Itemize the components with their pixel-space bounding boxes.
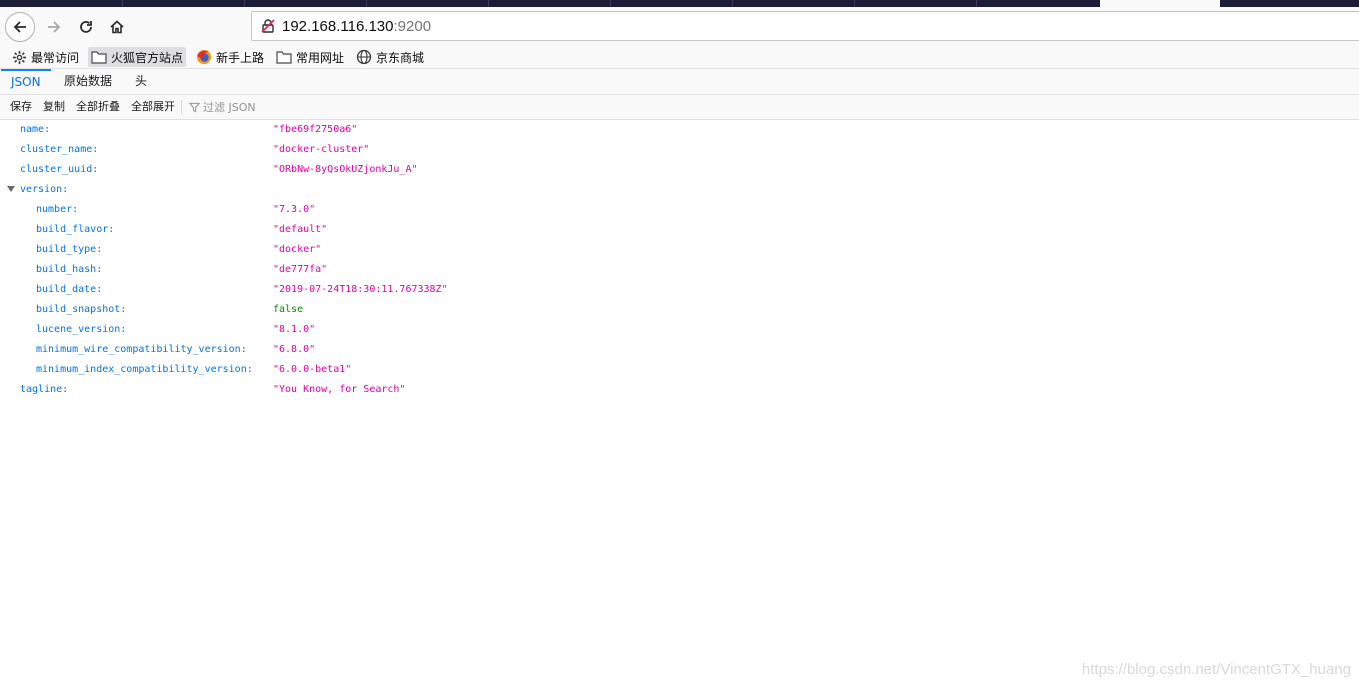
- json-key: build_type:: [36, 244, 103, 255]
- filter-box: [189, 95, 323, 119]
- bookmark-label: 最常访问: [31, 50, 80, 65]
- json-tree-row[interactable]: lucene_version: "8.1.0": [0, 320, 1359, 340]
- json-value: "docker": [273, 244, 322, 255]
- filter-json-input[interactable]: [203, 100, 323, 114]
- json-key: name:: [20, 124, 51, 135]
- home-icon: [110, 20, 124, 34]
- tab-separator: [122, 0, 123, 7]
- json-key: cluster_name:: [20, 144, 99, 155]
- bookmark-firefox-official[interactable]: 火狐官方站点: [88, 47, 187, 67]
- tab-raw-data[interactable]: 原始数据: [54, 69, 122, 94]
- bookmark-common-sites[interactable]: 常用网址: [273, 47, 347, 67]
- json-viewer-tabs: JSON 原始数据 头: [0, 69, 1359, 95]
- json-key: build_hash:: [36, 264, 103, 275]
- json-tree-row[interactable]: minimum_index_compatibility_version: "6.0…: [0, 360, 1359, 380]
- url-port: :9200: [393, 17, 432, 35]
- home-button[interactable]: [105, 13, 129, 41]
- navigation-toolbar: 192.168.116.130:9200: [0, 7, 1359, 45]
- json-value: "default": [273, 224, 328, 235]
- json-key: minimum_index_compatibility_version:: [36, 364, 253, 375]
- copy-button[interactable]: 复制: [43, 95, 65, 119]
- back-arrow-icon: [13, 21, 26, 33]
- forward-arrow-icon: [48, 21, 61, 33]
- json-value: "8.1.0": [273, 324, 316, 335]
- tab-separator: [732, 0, 733, 7]
- bookmark-getting-started[interactable]: 新手上路: [193, 47, 267, 67]
- json-tree-row[interactable]: build_snapshot: false: [0, 300, 1359, 320]
- tab-separator: [366, 0, 367, 7]
- json-key: number:: [36, 204, 79, 215]
- expand-all-button[interactable]: 全部展开: [131, 95, 175, 119]
- json-key: lucene_version:: [36, 324, 127, 335]
- tab-json[interactable]: JSON: [1, 69, 51, 96]
- json-tree-row[interactable]: build_flavor: "default": [0, 220, 1359, 240]
- filter-funnel-icon: [189, 102, 200, 113]
- bookmark-label: 常用网址: [296, 50, 345, 65]
- json-value: "2019-07-24T18:30:11.767338Z": [273, 284, 448, 295]
- json-tree-row[interactable]: build_hash: "de777fa": [0, 260, 1359, 280]
- json-key: build_snapshot:: [36, 304, 127, 315]
- insecure-connection-icon[interactable]: [260, 18, 276, 34]
- json-tree-row[interactable]: number: "7.3.0": [0, 200, 1359, 220]
- json-tree-row[interactable]: minimum_wire_compatibility_version: "6.8.…: [0, 340, 1359, 360]
- watermark: https://blog.csdn.net/VincentGTX_huang: [1081, 661, 1351, 678]
- gear-icon: [12, 50, 27, 64]
- json-value: "You Know, for Search": [273, 384, 406, 395]
- json-tree-row[interactable]: tagline: "You Know, for Search": [0, 380, 1359, 400]
- tab-separator: [488, 0, 489, 7]
- reload-button[interactable]: [74, 13, 98, 41]
- json-key: cluster_uuid:: [20, 164, 99, 175]
- bookmark-label: 新手上路: [216, 50, 265, 65]
- json-tree-row[interactable]: build_type: "docker": [0, 240, 1359, 260]
- collapse-all-button[interactable]: 全部折叠: [76, 95, 120, 119]
- json-value: "7.3.0": [273, 204, 316, 215]
- tab-separator: [976, 0, 977, 7]
- tab-separator: [610, 0, 611, 7]
- json-value: false: [273, 304, 304, 315]
- bookmark-label: 京东商城: [376, 50, 425, 65]
- json-value: "ORbNw-8yQsOkUZjonkJu_A": [273, 164, 418, 175]
- json-key: build_flavor:: [36, 224, 115, 235]
- tab-headers[interactable]: 头: [125, 69, 157, 94]
- json-key: build_date:: [36, 284, 103, 295]
- toolbar-divider: [181, 100, 182, 114]
- save-button[interactable]: 保存: [10, 95, 32, 119]
- firefox-icon: [197, 50, 211, 64]
- bookmark-most-visited[interactable]: 最常访问: [9, 47, 82, 67]
- url-host: 192.168.116.130: [282, 17, 394, 35]
- bookmark-jd-mall[interactable]: 京东商城: [353, 47, 427, 67]
- json-value: "6.0.0-beta1": [273, 364, 352, 375]
- globe-icon: [356, 49, 372, 65]
- folder-icon: [91, 51, 107, 64]
- json-key: version:: [20, 184, 69, 195]
- url-bar[interactable]: 192.168.116.130:9200: [251, 11, 1359, 41]
- bookmarks-toolbar: 最常访问 火狐官方站点 新手上路 常用网址 京东商城: [0, 45, 1359, 69]
- expand-twisty-icon[interactable]: [7, 186, 15, 192]
- json-key: minimum_wire_compatibility_version:: [36, 344, 247, 355]
- tab-separator: [244, 0, 245, 7]
- json-tree-row[interactable]: build_date: "2019-07-24T18:30:11.767338Z": [0, 280, 1359, 300]
- folder-icon: [276, 51, 292, 64]
- json-tree-row[interactable]: name: "fbe69f2750a6": [0, 120, 1359, 140]
- forward-button[interactable]: [42, 13, 66, 41]
- json-tree-row[interactable]: cluster_name: "docker-cluster": [0, 140, 1359, 160]
- back-button[interactable]: [5, 12, 35, 42]
- json-toolbar: 保存 复制 全部折叠 全部展开: [0, 95, 1359, 120]
- json-value: "6.8.0": [273, 344, 316, 355]
- json-value: "docker-cluster": [273, 144, 370, 155]
- tab-separator: [854, 0, 855, 7]
- json-value: "de777fa": [273, 264, 328, 275]
- json-tree-row[interactable]: version:: [0, 180, 1359, 200]
- json-key: tagline:: [20, 384, 69, 395]
- json-tree-row[interactable]: cluster_uuid: "ORbNw-8yQsOkUZjonkJu_A": [0, 160, 1359, 180]
- reload-icon: [80, 21, 92, 33]
- json-value: "fbe69f2750a6": [273, 124, 358, 135]
- active-browser-tab[interactable]: [1100, 0, 1220, 7]
- bookmark-label: 火狐官方站点: [111, 50, 184, 65]
- tab-strip: [0, 0, 1359, 7]
